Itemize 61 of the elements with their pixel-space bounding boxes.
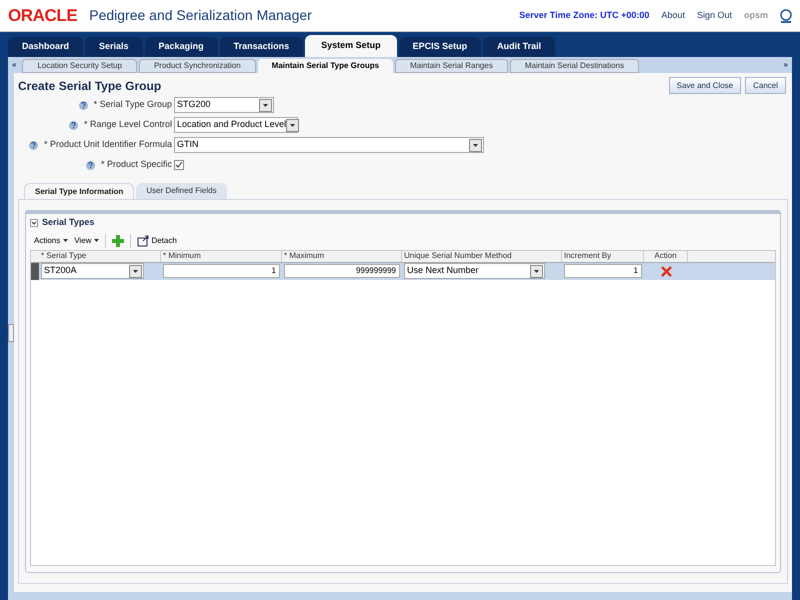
method-dropdown[interactable]: Use Next Number bbox=[404, 263, 545, 279]
section-title: Serial Types bbox=[42, 216, 94, 229]
header-link[interactable]: About bbox=[661, 8, 685, 22]
sub-tab[interactable]: Maintain Serial Ranges bbox=[395, 59, 508, 73]
menu-button[interactable]: Actions bbox=[34, 234, 68, 246]
increment-input[interactable]: 1 bbox=[564, 264, 642, 278]
caret-icon bbox=[63, 239, 68, 242]
toolbar-button[interactable]: Cancel bbox=[745, 77, 786, 94]
user-name: opsm bbox=[744, 8, 768, 22]
help-icon[interactable] bbox=[86, 160, 95, 170]
row-selector[interactable] bbox=[31, 262, 39, 280]
column-header[interactable]: * Maximum bbox=[282, 250, 402, 262]
detach-icon[interactable] bbox=[137, 234, 150, 246]
main-tab[interactable]: System Setup bbox=[305, 35, 397, 57]
scroll-left-button[interactable]: « bbox=[12, 59, 16, 71]
caret-icon bbox=[94, 239, 100, 242]
detach-button[interactable]: Detach bbox=[151, 234, 177, 246]
scroll-right-button[interactable]: » bbox=[784, 59, 788, 71]
dropdown-field[interactable]: GTIN bbox=[174, 137, 484, 153]
help-icon[interactable] bbox=[28, 140, 38, 150]
main-tab[interactable]: Packaging bbox=[144, 37, 218, 57]
collapse-toggle[interactable] bbox=[30, 218, 38, 227]
column-header[interactable]: * Serial Type bbox=[39, 250, 161, 262]
minimum-input[interactable]: 1 bbox=[163, 264, 280, 278]
detail-tab[interactable]: Serial Type Information bbox=[24, 183, 134, 199]
toolbar-button[interactable]: Save and Close bbox=[668, 77, 742, 94]
sub-tab[interactable]: Location Security Setup bbox=[22, 59, 137, 73]
field-label: * Range Level Control bbox=[84, 118, 172, 132]
column-header[interactable]: Unique Serial Number Method bbox=[402, 250, 562, 262]
field-label: * Serial Type Group bbox=[94, 98, 172, 112]
detail-tab[interactable]: User Defined Fields bbox=[136, 183, 227, 199]
help-icon[interactable] bbox=[78, 100, 88, 110]
sub-tab[interactable]: Product Synchronization bbox=[138, 59, 256, 73]
column-header[interactable]: * Minimum bbox=[161, 250, 282, 262]
dropdown-field[interactable]: STG200 bbox=[174, 97, 274, 113]
loading-status-icon bbox=[780, 8, 792, 24]
header-link[interactable]: Sign Out bbox=[696, 8, 732, 22]
field-label: * Product Specific bbox=[100, 158, 172, 172]
add-icon[interactable] bbox=[112, 234, 124, 246]
sub-tab[interactable]: Maintain Serial Destinations bbox=[510, 59, 639, 73]
help-icon[interactable] bbox=[68, 120, 78, 130]
column-header[interactable]: Increment By bbox=[562, 250, 644, 262]
pane-splitter-handle[interactable] bbox=[8, 324, 14, 342]
maximum-input[interactable]: 999999999 bbox=[284, 264, 400, 278]
server-time-zone: Server Time Zone: UTC +00:00 bbox=[519, 8, 650, 22]
main-tab[interactable]: Transactions bbox=[220, 37, 304, 57]
main-tab[interactable]: Serials bbox=[85, 37, 143, 57]
page-title: Create Serial Type Group bbox=[18, 78, 162, 95]
main-tab[interactable]: EPCIS Setup bbox=[398, 37, 482, 57]
dropdown-field[interactable]: Location and Product Level bbox=[174, 117, 298, 133]
main-tab[interactable]: Audit Trail bbox=[483, 37, 556, 57]
checkbox[interactable] bbox=[174, 160, 184, 170]
menu-button[interactable]: View bbox=[74, 234, 100, 246]
serial-type-dropdown[interactable]: ST200A bbox=[41, 263, 144, 279]
app-title: Pedigree and Serialization Manager bbox=[89, 6, 312, 25]
main-tab[interactable]: Dashboard bbox=[8, 37, 84, 57]
field-label: * Product Unit Identifier Formula bbox=[44, 138, 172, 152]
sub-tab[interactable]: Maintain Serial Type Groups bbox=[258, 59, 394, 73]
delete-icon[interactable] bbox=[660, 266, 672, 276]
column-header[interactable]: Action bbox=[644, 250, 688, 262]
logo: ORACLE bbox=[8, 4, 78, 27]
